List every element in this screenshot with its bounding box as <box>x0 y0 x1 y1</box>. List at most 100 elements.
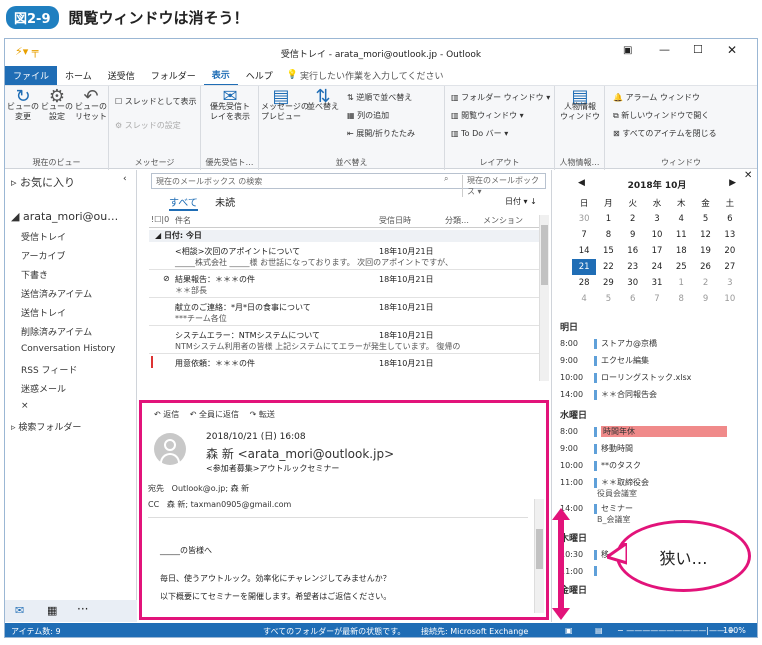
agenda-item[interactable]: 9:00 エクセル編集 <box>560 355 649 366</box>
calendar-day[interactable]: 21 <box>572 259 597 275</box>
sort-button[interactable]: ⇅ 並べ替え <box>303 88 343 112</box>
nav-folder[interactable]: × <box>21 401 29 411</box>
calendar-day[interactable]: 4 <box>669 211 693 227</box>
normal-view-icon[interactable]: ▣ <box>565 626 573 635</box>
add-column-button[interactable]: ▦ 列の追加 <box>347 110 389 121</box>
calendar-day[interactable]: 29 <box>596 275 620 291</box>
tell-me-input[interactable]: 実行したい作業を入力してください <box>300 66 451 85</box>
calendar-day[interactable]: 19 <box>693 243 717 259</box>
expand-collapse-button[interactable]: ⇤ 展開/折りたたみ <box>347 128 415 139</box>
ribbon-display-icon[interactable]: ▣ <box>623 45 632 56</box>
reading-scrollbar[interactable] <box>534 499 544 613</box>
calendar-day[interactable]: 22 <box>596 259 620 275</box>
focused-inbox-button[interactable]: ✉ 優先受信ト レイを表示 <box>205 88 255 122</box>
show-as-thread-checkbox[interactable]: ☐ スレッドとして表示 <box>115 96 196 107</box>
account-header[interactable]: ◢ arata_mori@ou… <box>11 210 118 223</box>
reply-all-button[interactable]: ↶ 全員に返信 <box>190 410 239 419</box>
col-category[interactable]: 分類… <box>445 215 469 226</box>
calendar-day[interactable]: 3 <box>718 275 742 291</box>
calendar-day[interactable]: 16 <box>621 243 645 259</box>
zoom-slider[interactable]: − ——————————|—— + <box>617 626 734 635</box>
calendar-day[interactable]: 8 <box>669 291 693 307</box>
menu-view[interactable]: 表示 <box>203 65 238 86</box>
agenda-item[interactable]: 8:00 時間年休 <box>560 426 727 437</box>
calendar-day[interactable]: 30 <box>621 275 645 291</box>
reading-view-icon[interactable]: ▤ <box>595 626 603 635</box>
calendar-day[interactable]: 7 <box>572 227 596 243</box>
cc-recipients[interactable]: 森 新; taxman0905@gmail.com <box>167 500 292 509</box>
agenda-item[interactable]: 10:00 **のタスク <box>560 460 641 471</box>
nav-folder[interactable]: アーカイブ <box>21 249 65 262</box>
message-row[interactable]: 献立のご連絡：*月*日の食事について 18年10月21日 ***チーム各位 <box>149 300 539 326</box>
calendar-day[interactable]: 4 <box>572 291 596 307</box>
nav-folder[interactable]: 受信トレイ <box>21 230 66 243</box>
calendar-day[interactable]: 13 <box>718 227 742 243</box>
more-nav-icon[interactable]: ··· <box>77 602 88 616</box>
prev-month-icon[interactable]: ◀ <box>578 178 585 188</box>
tab-all[interactable]: すべて <box>169 198 198 211</box>
reset-view-button[interactable]: ↶ ビューの リセット <box>75 88 107 122</box>
nav-folder[interactable]: 送信済みアイテム <box>21 287 92 300</box>
calendar-day[interactable]: 11 <box>669 227 693 243</box>
calendar-day[interactable]: 14 <box>572 243 596 259</box>
message-row[interactable]: ⊘ 結果報告：＊＊＊の件 18年10月21日 ＊＊部長 <box>149 272 539 298</box>
view-settings-button[interactable]: ⚙ ビューの 設定 <box>41 88 73 122</box>
sender[interactable]: 森 新 <arata_mori@outlook.jp> <box>206 445 394 462</box>
calendar-day[interactable]: 8 <box>596 227 620 243</box>
to-recipients[interactable]: Outlook@o.jp; 森 新 <box>172 484 250 493</box>
nav-folder[interactable]: 下書き <box>21 268 48 281</box>
search-input[interactable]: 現在のメールボックス の検索 ⌕ 現在のメールボックス ▾ <box>151 173 546 197</box>
col-flags[interactable]: !☐|0 <box>151 215 169 224</box>
calendar-day[interactable]: 30 <box>572 211 596 227</box>
calendar-day[interactable]: 5 <box>693 211 717 227</box>
search-folders-header[interactable]: ▹ 検索フォルダー <box>11 420 81 433</box>
reminders-window-button[interactable]: 🔔 アラーム ウィンドウ <box>613 92 700 103</box>
col-subject[interactable]: 件名 <box>175 215 191 226</box>
agenda-item[interactable]: 8:00 ストアカ@京橋 <box>560 338 657 349</box>
agenda-item[interactable]: 9:00 移動時間 <box>560 443 633 454</box>
close-button[interactable]: ✕ <box>727 43 737 57</box>
calendar-day[interactable]: 1 <box>596 211 620 227</box>
message-row[interactable]: <相談>次回のアポイントについて 18年10月21日 _____株式会社 ___… <box>149 244 539 270</box>
menu-help[interactable]: ヘルプ <box>238 66 281 85</box>
message-row[interactable]: システムエラー：NTMシステムについて 18年10月21日 NTMシステム利用者… <box>149 328 539 354</box>
calendar-day[interactable]: 31 <box>645 275 669 291</box>
search-scope-dropdown[interactable]: 現在のメールボックス ▾ <box>462 175 545 197</box>
calendar-day[interactable]: 18 <box>669 243 693 259</box>
menu-folder[interactable]: フォルダー <box>143 66 204 85</box>
nav-folder[interactable]: 送信トレイ <box>21 306 66 319</box>
minimize-button[interactable]: — <box>659 43 670 56</box>
message-preview-button[interactable]: ▤ メッセージの プレビュー <box>261 88 309 122</box>
collapse-pane-icon[interactable]: ‹ <box>123 174 127 184</box>
calendar-day[interactable]: 20 <box>718 243 742 259</box>
menu-file[interactable]: ファイル <box>5 65 58 85</box>
forward-button[interactable]: ↷ 転送 <box>250 410 275 419</box>
calendar-day[interactable]: 1 <box>669 275 693 291</box>
agenda-item[interactable]: 10:00 ローリングストック.xlsx <box>560 372 691 383</box>
reply-button[interactable]: ↶ 返信 <box>154 410 179 419</box>
calendar-day[interactable]: 3 <box>645 211 669 227</box>
group-header-today[interactable]: ◢ 日付: 今日 <box>149 230 539 242</box>
close-todo-icon[interactable]: ✕ <box>744 170 752 181</box>
agenda-item[interactable]: 11:00 ＊＊取締役会 役員会議室 <box>560 477 649 499</box>
change-view-button[interactable]: ↻ ビューの 変更 <box>7 88 39 122</box>
calendar-day[interactable]: 10 <box>645 227 669 243</box>
agenda-item[interactable]: 14:00 セミナー B_会議室 <box>560 503 633 525</box>
tab-unread[interactable]: 未読 <box>215 198 235 209</box>
calendar-day[interactable]: 23 <box>621 259 645 275</box>
message-list-scrollbar[interactable] <box>539 215 549 381</box>
agenda-item[interactable]: 14:00 ＊＊合同報告会 <box>560 389 657 400</box>
calendar-nav-icon[interactable]: ▦ <box>47 604 57 617</box>
mail-nav-icon[interactable]: ✉ <box>15 604 24 617</box>
col-received[interactable]: 受信日時 <box>379 215 411 226</box>
calendar-day[interactable]: 12 <box>693 227 717 243</box>
calendar-day[interactable]: 25 <box>669 259 693 275</box>
favorites-header[interactable]: ▹ お気に入り <box>11 174 75 190</box>
nav-folder[interactable]: 削除済みアイテム <box>21 325 92 338</box>
calendar-day[interactable]: 9 <box>621 227 645 243</box>
menu-send-receive[interactable]: 送受信 <box>100 66 143 85</box>
open-new-window-button[interactable]: ⧉ 新しいウィンドウで開く <box>613 110 709 121</box>
calendar-day[interactable]: 9 <box>693 291 717 307</box>
message-row[interactable]: 用意依頼：＊＊＊の件 18年10月21日 <box>149 356 539 370</box>
people-pane-button[interactable]: ▤ 人物情報 ウィンドウ <box>557 88 603 122</box>
